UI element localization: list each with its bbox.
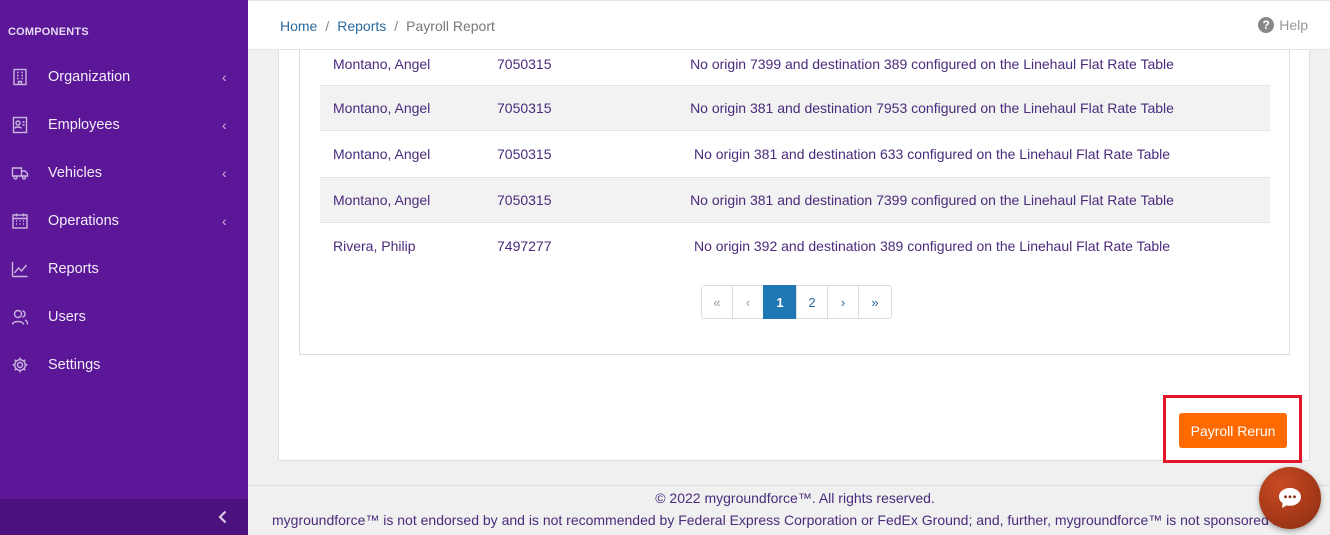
breadcrumb: Home / Reports / Payroll Report <box>280 18 495 34</box>
pagination-page-2[interactable]: 2 <box>796 285 828 319</box>
chart-line-icon <box>10 259 30 279</box>
id-card-icon <box>10 115 30 135</box>
employee-name-cell: Rivera, Philip <box>333 238 416 254</box>
help-label: Help <box>1279 17 1308 33</box>
question-circle-icon: ? <box>1258 17 1275 33</box>
sidebar-item-label: Operations <box>48 213 119 229</box>
sidebar-item-reports[interactable]: Reports <box>0 245 248 293</box>
table-row: Montano, Angel 7050315 No origin 381 and… <box>320 131 1270 177</box>
sidebar-item-label: Employees <box>48 117 120 133</box>
help-link[interactable]: ? Help <box>1258 17 1308 33</box>
main-card: Montano, Angel 7050315 No origin 7399 an… <box>278 50 1310 463</box>
employee-id-cell: 7050315 <box>497 192 552 208</box>
sidebar-item-label: Settings <box>48 357 101 373</box>
chat-widget-button[interactable] <box>1259 467 1321 529</box>
table-row: Rivera, Philip 7497277 No origin 392 and… <box>320 223 1270 269</box>
sidebar-item-label: Reports <box>48 261 99 277</box>
employee-name-cell: Montano, Angel <box>333 192 431 208</box>
sidebar-item-label: Organization <box>48 69 131 85</box>
table-row: Montano, Angel 7050315 No origin 381 and… <box>320 85 1270 131</box>
breadcrumb-separator: / <box>394 18 399 34</box>
sidebar-item-settings[interactable]: Settings <box>0 341 248 389</box>
sidebar-footer <box>0 499 248 535</box>
employee-id-cell: 7050315 <box>497 56 552 72</box>
pagination-next-button[interactable]: › <box>827 285 859 319</box>
table-row: Montano, Angel 7050315 No origin 381 and… <box>320 177 1270 223</box>
breadcrumb-current: Payroll Report <box>406 18 495 34</box>
sidebar-item-operations[interactable]: Operations ‹ <box>0 197 248 245</box>
sidebar-nav: Organization ‹ Employees ‹ Vehicles ‹ Op… <box>0 53 248 389</box>
error-message-cell: No origin 381 and destination 633 config… <box>693 146 1171 162</box>
breadcrumb-separator: / <box>325 18 330 34</box>
copyright-text: © 2022 mygroundforce™. All rights reserv… <box>655 490 935 506</box>
table-row: Montano, Angel 7050315 No origin 7399 an… <box>320 41 1270 87</box>
truck-icon <box>10 163 30 183</box>
pagination-first-button[interactable]: « <box>701 285 733 319</box>
sidebar: COMPONENTS Organization ‹ Employees ‹ Ve… <box>0 0 248 535</box>
pagination-last-button[interactable]: » <box>858 285 892 319</box>
pagination-prev-button[interactable]: ‹ <box>732 285 764 319</box>
employee-id-cell: 7497277 <box>497 238 552 254</box>
chevron-left-icon: ‹ <box>222 69 227 85</box>
chevron-left-icon <box>218 510 227 524</box>
chevron-left-icon: ‹ <box>222 117 227 133</box>
employee-name-cell: Montano, Angel <box>333 56 431 72</box>
collapse-sidebar-button[interactable] <box>214 508 234 528</box>
sidebar-item-users[interactable]: Users <box>0 293 248 341</box>
pagination-page-1[interactable]: 1 <box>763 285 797 319</box>
error-message-cell: No origin 381 and destination 7953 confi… <box>690 100 1174 116</box>
disclaimer-text: mygroundforce™ is not endorsed by and is… <box>272 512 1288 528</box>
payroll-rerun-button[interactable]: Payroll Rerun <box>1179 413 1287 448</box>
employee-id-cell: 7050315 <box>497 100 552 116</box>
sidebar-item-employees[interactable]: Employees ‹ <box>0 101 248 149</box>
gear-icon <box>10 355 30 375</box>
building-icon <box>10 67 30 87</box>
chevron-left-icon: ‹ <box>222 165 227 181</box>
payroll-errors-table-card: Montano, Angel 7050315 No origin 7399 an… <box>299 50 1290 355</box>
error-message-cell: No origin 392 and destination 389 config… <box>693 238 1171 254</box>
breadcrumb-home-link[interactable]: Home <box>280 18 317 34</box>
sidebar-heading: COMPONENTS <box>8 26 89 38</box>
error-message-cell: No origin 381 and destination 7399 confi… <box>690 192 1174 208</box>
breadcrumb-reports-link[interactable]: Reports <box>337 18 386 34</box>
footer: © 2022 mygroundforce™. All rights reserv… <box>248 485 1330 535</box>
sidebar-item-organization[interactable]: Organization ‹ <box>0 53 248 101</box>
users-icon <box>10 307 30 327</box>
calendar-icon <box>10 211 30 231</box>
sidebar-item-label: Users <box>48 309 86 325</box>
employee-name-cell: Montano, Angel <box>333 146 431 162</box>
employee-id-cell: 7050315 <box>497 146 552 162</box>
chat-bubble-icon <box>1279 488 1301 508</box>
employee-name-cell: Montano, Angel <box>333 100 431 116</box>
sidebar-item-label: Vehicles <box>48 165 103 181</box>
pagination: « ‹ 1 2 › » <box>701 285 892 319</box>
sidebar-item-vehicles[interactable]: Vehicles ‹ <box>0 149 248 197</box>
chevron-left-icon: ‹ <box>222 213 227 229</box>
error-message-cell: No origin 7399 and destination 389 confi… <box>690 56 1174 72</box>
